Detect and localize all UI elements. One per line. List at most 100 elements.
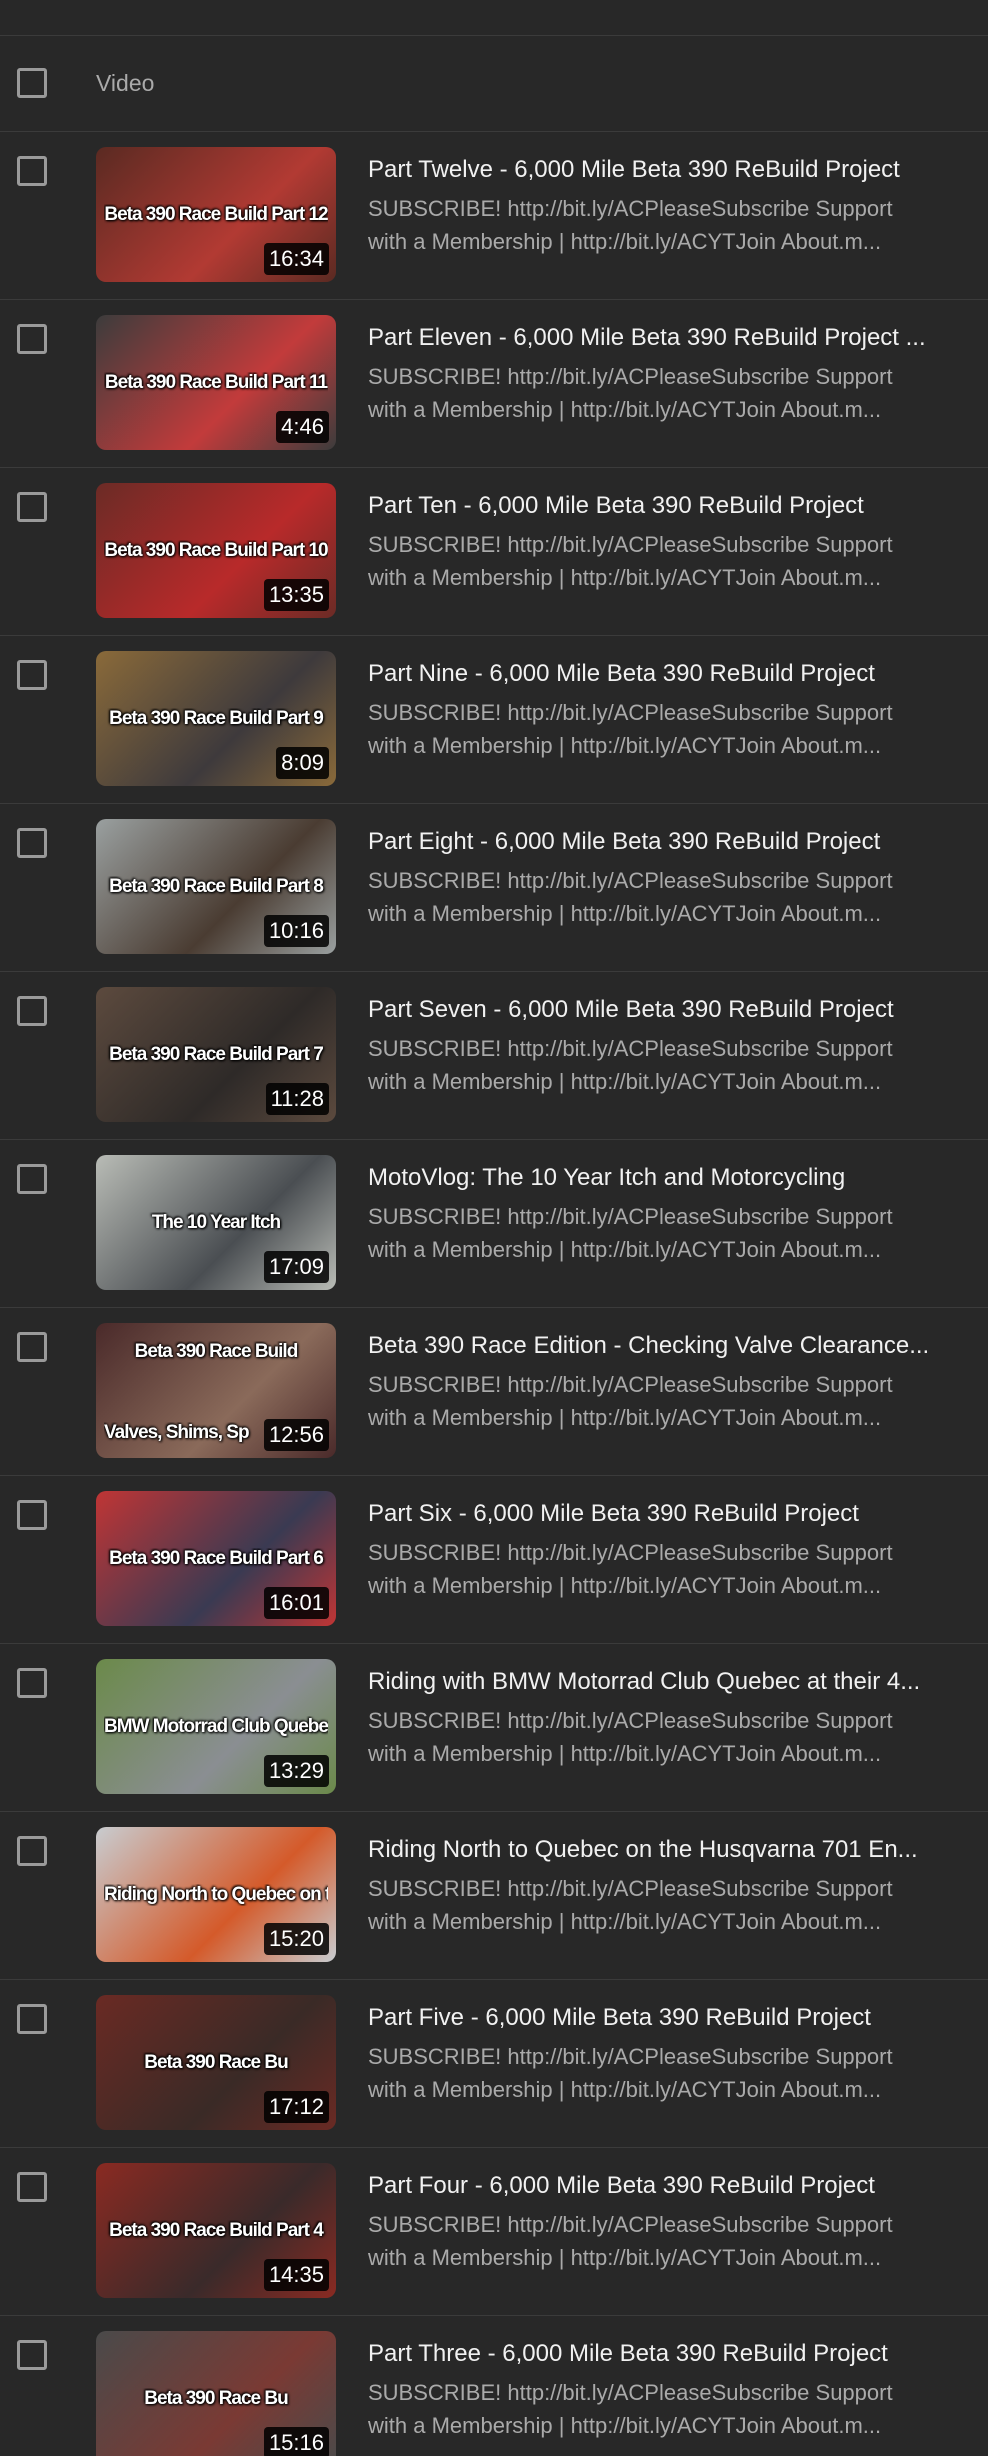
video-duration-badge: 4:46 [276, 411, 329, 443]
video-select-checkbox[interactable] [17, 660, 47, 690]
video-duration-badge: 8:09 [276, 747, 329, 779]
video-row[interactable]: Beta 390 Race Build Part 10 13:35 Part Ten… [0, 468, 988, 636]
video-title[interactable]: Part Twelve - 6,000 Mile Beta 390 ReBuil… [368, 152, 960, 188]
video-description: SUBSCRIBE! http://bit.ly/ACPleaseSubscri… [368, 2208, 948, 2274]
thumbnail-caption: Riding North to Quebec on the Husqvarna … [104, 1883, 328, 1905]
video-description: SUBSCRIBE! http://bit.ly/ACPleaseSubscri… [368, 528, 948, 594]
video-description-line: with a Membership | http://bit.ly/ACYTJo… [368, 1237, 882, 1262]
video-title[interactable]: Part Ten - 6,000 Mile Beta 390 ReBuild P… [368, 488, 960, 524]
video-title[interactable]: Part Six - 6,000 Mile Beta 390 ReBuild P… [368, 1496, 960, 1532]
thumbnail-caption: Beta 390 Race Build [134, 1341, 299, 1362]
video-description-line: with a Membership | http://bit.ly/ACYTJo… [368, 2077, 882, 2102]
select-all-checkbox[interactable] [17, 68, 47, 98]
video-title[interactable]: Part Eight - 6,000 Mile Beta 390 ReBuild… [368, 824, 960, 860]
video-row[interactable]: Beta 390 Race Build Part 6 16:01 Part Six … [0, 1476, 988, 1644]
video-row[interactable]: Beta 390 Race Build Valves, Shims, Sp 12:5… [0, 1308, 988, 1476]
thumbnail-caption: Beta 390 Race Build Part 9 [109, 707, 324, 729]
video-description-line: SUBSCRIBE! http://bit.ly/ACPleaseSubscri… [368, 700, 893, 725]
video-description-line: SUBSCRIBE! http://bit.ly/ACPleaseSubscri… [368, 364, 893, 389]
video-description-line: with a Membership | http://bit.ly/ACYTJo… [368, 1741, 882, 1766]
video-description-line: SUBSCRIBE! http://bit.ly/ACPleaseSubscri… [368, 1036, 893, 1061]
video-row[interactable]: Beta 390 Race Bu 15:16 Part Three - 6,000 … [0, 2316, 988, 2456]
video-select-checkbox[interactable] [17, 2172, 47, 2202]
video-description-line: SUBSCRIBE! http://bit.ly/ACPleaseSubscri… [368, 2380, 893, 2405]
video-title[interactable]: Part Five - 6,000 Mile Beta 390 ReBuild … [368, 2000, 960, 2036]
video-thumbnail[interactable]: Beta 390 Race Build Valves, Shims, Sp 12:5… [96, 1323, 336, 1458]
video-list-header: Video [0, 36, 988, 132]
video-row[interactable]: Riding North to Quebec on the Husqvarna … [0, 1812, 988, 1980]
video-select-checkbox[interactable] [17, 2004, 47, 2034]
video-description: SUBSCRIBE! http://bit.ly/ACPleaseSubscri… [368, 864, 948, 930]
video-title[interactable]: Part Eleven - 6,000 Mile Beta 390 ReBuil… [368, 320, 960, 356]
thumbnail-caption: Beta 390 Race Build Part 8 [109, 875, 324, 897]
video-thumbnail[interactable]: Beta 390 Race Build Part 12 16:34 [96, 147, 336, 282]
video-row[interactable]: BMW Motorrad Club Quebec 45th Anniversar… [0, 1644, 988, 1812]
video-duration-badge: 14:35 [263, 2259, 329, 2291]
video-description-line: with a Membership | http://bit.ly/ACYTJo… [368, 901, 882, 926]
video-duration-badge: 10:16 [263, 915, 329, 947]
video-description-line: with a Membership | http://bit.ly/ACYTJo… [368, 229, 882, 254]
video-list: Beta 390 Race Build Part 12 16:34 Part Twe… [0, 132, 988, 2456]
video-thumbnail[interactable]: Beta 390 Race Bu 17:12 [96, 1995, 336, 2130]
video-thumbnail[interactable]: BMW Motorrad Club Quebec 45th Anniversar… [96, 1659, 336, 1794]
video-select-checkbox[interactable] [17, 1836, 47, 1866]
thumbnail-caption: The 10 Year Itch [151, 1211, 281, 1233]
thumbnail-caption: BMW Motorrad Club Quebec 45th Anniversar… [104, 1715, 328, 1737]
video-thumbnail[interactable]: Beta 390 Race Build Part 6 16:01 [96, 1491, 336, 1626]
video-description: SUBSCRIBE! http://bit.ly/ACPleaseSubscri… [368, 1872, 948, 1938]
video-row[interactable]: The 10 Year Itch 17:09 MotoVlog: The 10 Ye… [0, 1140, 988, 1308]
video-description-line: SUBSCRIBE! http://bit.ly/ACPleaseSubscri… [368, 1876, 893, 1901]
video-row[interactable]: Beta 390 Race Build Part 7 11:28 Part Seve… [0, 972, 988, 1140]
top-bar [0, 0, 988, 36]
video-select-checkbox[interactable] [17, 1164, 47, 1194]
video-select-checkbox[interactable] [17, 1332, 47, 1362]
video-description-line: SUBSCRIBE! http://bit.ly/ACPleaseSubscri… [368, 868, 893, 893]
video-select-checkbox[interactable] [17, 996, 47, 1026]
video-select-checkbox[interactable] [17, 828, 47, 858]
video-thumbnail[interactable]: Beta 390 Race Build Part 11 4:46 [96, 315, 336, 450]
video-select-checkbox[interactable] [17, 492, 47, 522]
video-thumbnail[interactable]: Riding North to Quebec on the Husqvarna … [96, 1827, 336, 1962]
video-row[interactable]: Beta 390 Race Build Part 11 4:46 Part Elev… [0, 300, 988, 468]
video-select-checkbox[interactable] [17, 324, 47, 354]
video-title[interactable]: Part Seven - 6,000 Mile Beta 390 ReBuild… [368, 992, 960, 1028]
video-select-checkbox[interactable] [17, 2340, 47, 2370]
video-description: SUBSCRIBE! http://bit.ly/ACPleaseSubscri… [368, 1032, 948, 1098]
video-description: SUBSCRIBE! http://bit.ly/ACPleaseSubscri… [368, 696, 948, 762]
video-thumbnail[interactable]: Beta 390 Race Build Part 8 10:16 [96, 819, 336, 954]
video-select-checkbox[interactable] [17, 1668, 47, 1698]
video-description: SUBSCRIBE! http://bit.ly/ACPleaseSubscri… [368, 1200, 948, 1266]
video-description: SUBSCRIBE! http://bit.ly/ACPleaseSubscri… [368, 192, 948, 258]
video-title[interactable]: Riding with BMW Motorrad Club Quebec at … [368, 1664, 960, 1700]
video-title[interactable]: Part Nine - 6,000 Mile Beta 390 ReBuild … [368, 656, 960, 692]
video-duration-badge: 15:16 [263, 2427, 329, 2456]
video-thumbnail[interactable]: Beta 390 Race Bu 15:16 [96, 2331, 336, 2456]
video-select-checkbox[interactable] [17, 1500, 47, 1530]
video-title[interactable]: Riding North to Quebec on the Husqvarna … [368, 1832, 960, 1868]
video-row[interactable]: Beta 390 Race Build Part 12 16:34 Part Twe… [0, 132, 988, 300]
video-thumbnail[interactable]: Beta 390 Race Build Part 10 13:35 [96, 483, 336, 618]
video-row[interactable]: Beta 390 Race Build Part 9 8:09 Part Nine … [0, 636, 988, 804]
video-description: SUBSCRIBE! http://bit.ly/ACPleaseSubscri… [368, 360, 948, 426]
video-title[interactable]: MotoVlog: The 10 Year Itch and Motorcycl… [368, 1160, 960, 1196]
video-description-line: with a Membership | http://bit.ly/ACYTJo… [368, 1909, 882, 1934]
video-row[interactable]: Beta 390 Race Build Part 4 14:35 Part Four… [0, 2148, 988, 2316]
video-title[interactable]: Part Three - 6,000 Mile Beta 390 ReBuild… [368, 2336, 960, 2372]
video-select-checkbox[interactable] [17, 156, 47, 186]
video-description-line: with a Membership | http://bit.ly/ACYTJo… [368, 1405, 882, 1430]
video-thumbnail[interactable]: The 10 Year Itch 17:09 [96, 1155, 336, 1290]
video-title[interactable]: Beta 390 Race Edition - Checking Valve C… [368, 1328, 960, 1364]
video-thumbnail[interactable]: Beta 390 Race Build Part 7 11:28 [96, 987, 336, 1122]
video-duration-badge: 17:09 [263, 1251, 329, 1283]
video-thumbnail[interactable]: Beta 390 Race Build Part 4 14:35 [96, 2163, 336, 2298]
video-title[interactable]: Part Four - 6,000 Mile Beta 390 ReBuild … [368, 2168, 960, 2204]
video-description-line: SUBSCRIBE! http://bit.ly/ACPleaseSubscri… [368, 1708, 893, 1733]
video-row[interactable]: Beta 390 Race Build Part 8 10:16 Part Eigh… [0, 804, 988, 972]
thumbnail-caption: Beta 390 Race Build Part 11 [104, 371, 328, 393]
video-thumbnail[interactable]: Beta 390 Race Build Part 9 8:09 [96, 651, 336, 786]
video-description: SUBSCRIBE! http://bit.ly/ACPleaseSubscri… [368, 1536, 948, 1602]
video-description-line: SUBSCRIBE! http://bit.ly/ACPleaseSubscri… [368, 1540, 893, 1565]
video-row[interactable]: Beta 390 Race Bu 17:12 Part Five - 6,000 M… [0, 1980, 988, 2148]
video-description-line: SUBSCRIBE! http://bit.ly/ACPleaseSubscri… [368, 1372, 893, 1397]
video-description-line: with a Membership | http://bit.ly/ACYTJo… [368, 397, 882, 422]
